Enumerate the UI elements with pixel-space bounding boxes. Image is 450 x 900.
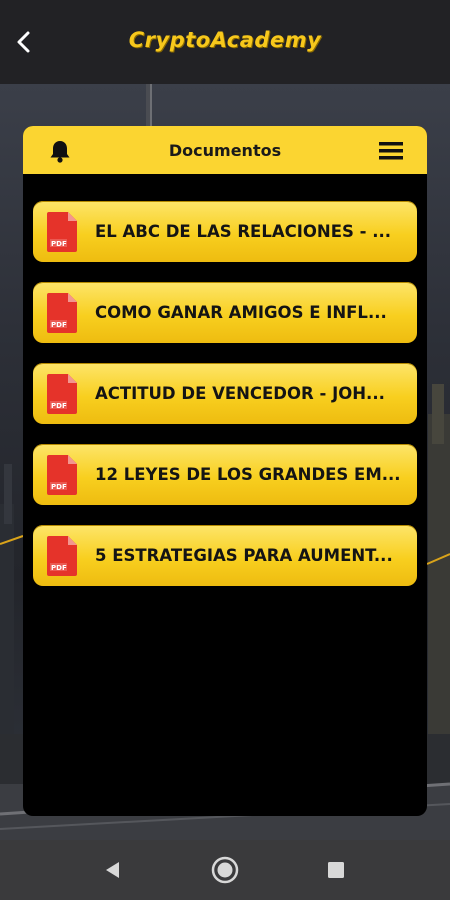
pdf-icon: PDF bbox=[47, 292, 77, 333]
system-nav-bar bbox=[0, 840, 450, 900]
pdf-icon: PDF bbox=[47, 373, 77, 414]
card-title: Documentos bbox=[168, 140, 282, 160]
nav-recents-button[interactable] bbox=[320, 854, 352, 886]
document-title: 12 LEYES DE LOS GRANDES EM... bbox=[95, 465, 401, 484]
circle-home-icon bbox=[211, 856, 239, 884]
pdf-icon-label: PDF bbox=[51, 483, 67, 491]
document-title: COMO GANAR AMIGOS E INFL... bbox=[95, 303, 387, 322]
screen: CryptoAcademy Documentos PDF EL ABC DE L… bbox=[0, 0, 450, 900]
document-title: 5 ESTRATEGIAS PARA AUMENT... bbox=[95, 546, 393, 565]
pdf-icon: PDF bbox=[47, 211, 77, 252]
nav-home-button[interactable] bbox=[209, 854, 241, 886]
square-recents-icon bbox=[328, 862, 344, 878]
list-item[interactable]: PDF 5 ESTRATEGIAS PARA AUMENT... bbox=[33, 525, 417, 586]
pdf-icon-label: PDF bbox=[51, 564, 67, 572]
bell-icon bbox=[50, 141, 70, 163]
app-logo: CryptoAcademy bbox=[128, 28, 322, 52]
list-item[interactable]: PDF ACTITUD DE VENCEDOR - JOH... bbox=[33, 363, 417, 424]
pdf-icon-label: PDF bbox=[51, 240, 67, 248]
document-title: EL ABC DE LAS RELACIONES - ... bbox=[95, 222, 391, 241]
notifications-button[interactable] bbox=[47, 138, 73, 164]
list-item[interactable]: PDF EL ABC DE LAS RELACIONES - ... bbox=[33, 201, 417, 262]
hamburger-menu-icon bbox=[379, 142, 403, 160]
pdf-icon: PDF bbox=[47, 454, 77, 495]
pdf-icon-label: PDF bbox=[51, 321, 67, 329]
card-header: Documentos bbox=[23, 126, 427, 174]
pdf-icon: PDF bbox=[47, 535, 77, 576]
document-list: PDF EL ABC DE LAS RELACIONES - ... PDF C… bbox=[23, 174, 427, 586]
app-bar: CryptoAcademy bbox=[0, 0, 450, 84]
pdf-icon-label: PDF bbox=[51, 402, 67, 410]
documents-card: Documentos PDF EL ABC DE LAS RELACIONES … bbox=[23, 126, 427, 816]
list-item[interactable]: PDF 12 LEYES DE LOS GRANDES EM... bbox=[33, 444, 417, 505]
nav-back-button[interactable] bbox=[97, 854, 129, 886]
list-item[interactable]: PDF COMO GANAR AMIGOS E INFL... bbox=[33, 282, 417, 343]
menu-button[interactable] bbox=[377, 138, 405, 164]
document-title: ACTITUD DE VENCEDOR - JOH... bbox=[95, 384, 385, 403]
triangle-back-icon bbox=[106, 862, 119, 878]
